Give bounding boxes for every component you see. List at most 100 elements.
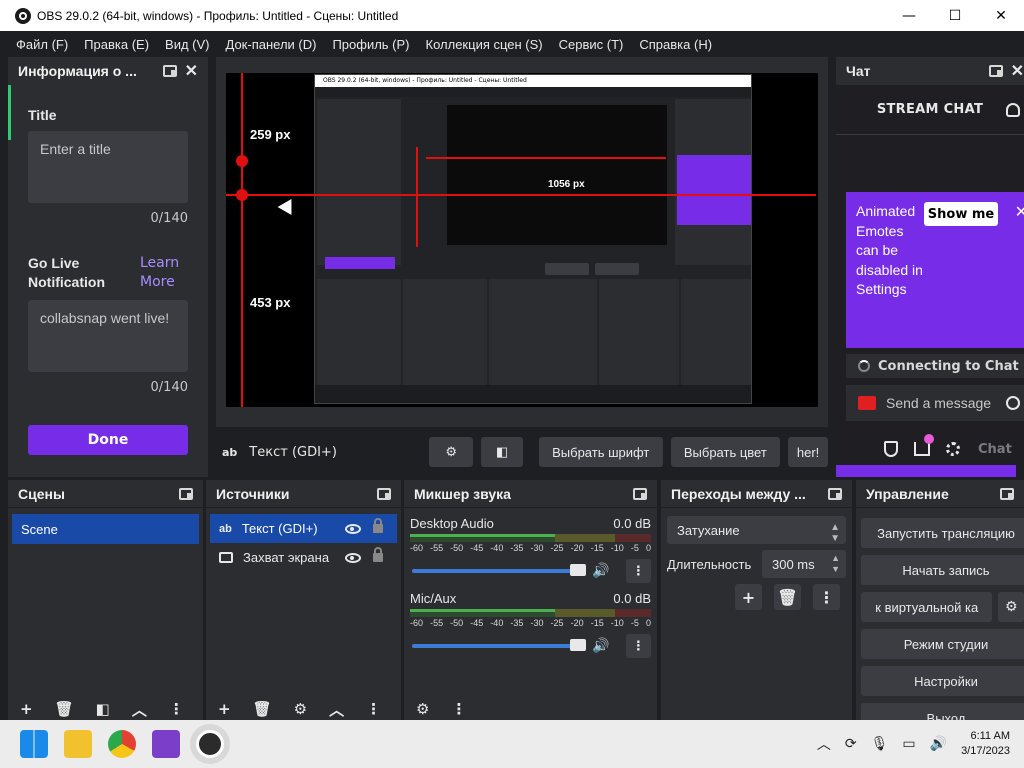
chrome-icon[interactable] [108,730,136,758]
float-dock-icon[interactable] [828,487,842,500]
menu-scene-collection[interactable]: Коллекция сцен (S) [418,37,551,52]
more-icon[interactable]: ⋮ [169,700,184,718]
windows-start-icon[interactable] [20,730,48,758]
add-icon[interactable]: + [218,700,231,718]
start-streaming-button[interactable]: Запустить трансляцию [861,518,1024,548]
minimize-button[interactable]: — [886,0,932,31]
dock-header: Информация о ... ✕ [8,57,208,85]
float-dock-icon[interactable] [179,487,193,500]
volume-slider[interactable] [412,639,587,651]
menu-edit[interactable]: Правка (E) [76,37,157,52]
emote-picker-icon[interactable] [1006,396,1020,410]
sync-icon[interactable]: ⟳ [845,736,857,752]
title-counter: 0/140 [150,211,188,226]
filters-button[interactable]: ◧ [481,437,523,467]
virtual-camera-button[interactable]: к виртуальной ка [861,592,993,622]
studio-mode-button[interactable]: Режим студии [861,629,1024,659]
menu-view[interactable]: Вид (V) [157,37,217,52]
golive-input[interactable]: collabsnap went live! [28,300,188,372]
chat-input-row[interactable]: Send a message [846,385,1024,421]
settings-button[interactable]: Настройки [861,666,1024,696]
spin-arrows-icon[interactable]: ▲ ▼ [831,553,840,575]
chat-dock: Чат ✕ STREAM CHAT Animated Emotes can be… [836,57,1024,477]
volume-slider[interactable] [412,564,587,576]
show-me-button[interactable]: Show me [924,202,998,226]
virtual-camera-settings-icon[interactable]: ⚙ [998,592,1024,622]
visibility-eye-icon[interactable] [345,552,361,563]
select-color-button[interactable]: Выбрать цвет [670,437,781,467]
close-button[interactable]: ✕ [978,0,1024,31]
more-icon[interactable]: ⋮ [366,700,381,718]
maximize-button[interactable]: ☐ [932,0,978,31]
select-font-button[interactable]: Выбрать шрифт [538,437,663,467]
menu-help[interactable]: Справка (H) [631,37,720,52]
gear-icon[interactable]: ⚙ [294,700,307,718]
chat-send-button[interactable]: Chat [978,442,1012,457]
clock[interactable]: 6:11 AM 3/17/2023 [961,729,1010,759]
preview-canvas[interactable]: OBS 29.0.2 (64-bit, windows) - Профиль: … [226,73,818,407]
source-item[interactable]: ab Текст (GDI+) [210,514,397,543]
transform-handle[interactable] [236,189,248,201]
microphone-icon[interactable]: 🎙 [871,736,889,752]
close-dock-icon[interactable]: ✕ [1011,61,1024,81]
obs-taskbar-icon[interactable] [196,730,224,758]
float-dock-icon[interactable] [1000,487,1014,500]
float-dock-icon[interactable] [377,487,391,500]
start-recording-button[interactable]: Начать запись [861,555,1024,585]
transform-handle[interactable] [236,155,248,167]
chevron-up-icon[interactable]: ︿ [817,734,831,754]
trash-icon[interactable]: 🗑 [55,700,74,718]
add-icon[interactable]: + [20,700,33,718]
move-up-icon[interactable]: ︿ [132,699,147,720]
duration-spinbox[interactable]: 300 ms ▲ ▼ [762,550,846,578]
chat-settings-icon[interactable] [946,442,960,456]
mixer-settings-icon[interactable]: ⚙ [416,700,429,718]
sources-title: Источники [216,485,290,502]
volume-icon[interactable]: 🔊 [930,736,947,752]
speaker-icon[interactable]: 🔊 [592,563,609,579]
menu-tools[interactable]: Сервис (T) [551,37,632,52]
add-transition-button[interactable]: + [735,584,762,610]
guide-line-vertical-inner [416,147,418,247]
move-up-icon[interactable]: ︿ [329,699,344,720]
visibility-eye-icon[interactable] [345,523,361,534]
nested-chat-promo [677,155,751,225]
users-icon[interactable] [1006,103,1020,117]
lock-icon[interactable] [373,547,383,562]
close-dock-icon[interactable]: ✕ [185,61,198,81]
learn-more-link[interactable]: Learn More [140,254,188,292]
more-icon[interactable]: ⋮ [451,700,466,718]
trash-icon[interactable]: 🗑 [253,700,272,718]
menu-docks[interactable]: Док-панели (D) [218,37,325,52]
float-dock-icon[interactable] [162,65,177,77]
nested-sources [403,279,487,385]
filters-icon[interactable]: ◧ [96,700,110,718]
visual-studio-icon[interactable] [152,730,180,758]
menu-profile[interactable]: Профиль (P) [324,37,417,52]
slider-thumb[interactable] [570,639,587,651]
title-input[interactable]: Enter a title [28,131,188,203]
file-explorer-icon[interactable] [64,730,92,758]
done-button[interactable]: Done [28,425,188,455]
speaker-icon[interactable]: 🔊 [592,638,609,654]
promo-close-icon[interactable]: ✕ [1015,202,1024,221]
scene-item[interactable]: Scene [12,514,199,544]
channel-menu-button[interactable]: ⋮ [625,634,651,658]
source-item[interactable]: Захват экрана [210,543,397,572]
transition-menu-button[interactable]: ⋮ [813,584,840,610]
spinner-icon [858,360,870,372]
menu-file[interactable]: Файл (F) [8,37,76,52]
lock-icon[interactable] [373,518,383,533]
chat-input[interactable]: Send a message [886,395,1006,411]
remove-transition-button[interactable]: 🗑 [774,584,801,610]
badge-icon[interactable] [884,441,898,457]
slider-thumb[interactable] [570,564,587,576]
cart-icon[interactable] [914,434,934,456]
properties-gear-button[interactable]: ⚙ [429,437,474,467]
transition-select[interactable]: Затухание ▲ ▼ [667,516,846,544]
float-dock-icon[interactable] [988,65,1003,77]
float-dock-icon[interactable] [633,487,647,500]
display-icon[interactable]: ▭ [902,736,915,752]
channel-menu-button[interactable]: ⋮ [625,559,651,583]
text-value-field[interactable]: her! [788,437,828,467]
